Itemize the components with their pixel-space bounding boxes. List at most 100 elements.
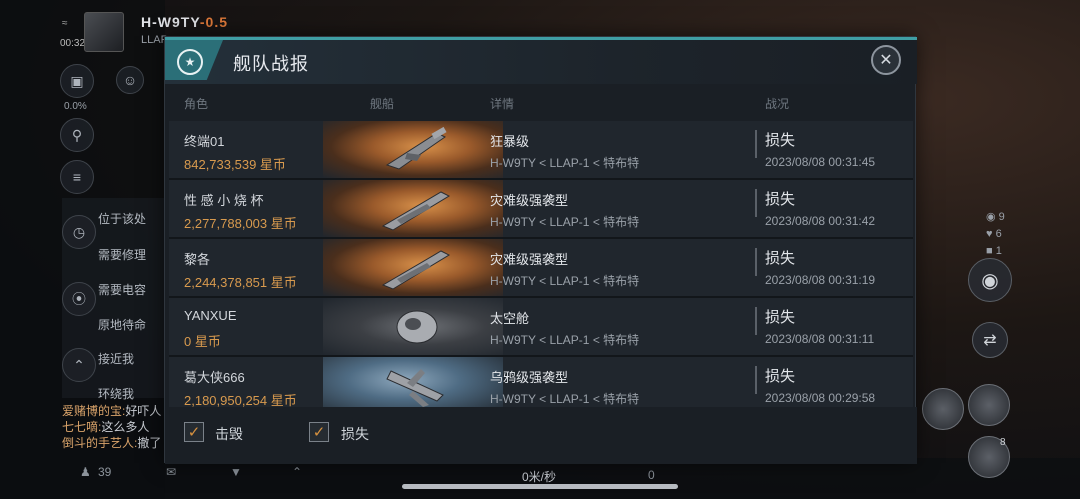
- divider: [755, 248, 757, 276]
- chevron-up-icon[interactable]: ⌃: [292, 465, 302, 479]
- cmd-orbit-me[interactable]: 环绕我: [98, 385, 134, 402]
- checkmark-icon: ✓: [312, 424, 326, 441]
- col-ship: 舰船: [370, 97, 395, 111]
- loss-value: 2,180,950,254 星币: [184, 393, 297, 407]
- cargo-icon[interactable]: ▣: [60, 64, 94, 98]
- stat-hull: ■ 1: [986, 245, 1002, 257]
- lost-checkbox[interactable]: ✓: [309, 422, 329, 442]
- cmd-need-repair[interactable]: 需要修理: [98, 246, 146, 263]
- cargo-percent: 0.0%: [64, 101, 87, 112]
- lost-label[interactable]: 损失: [341, 424, 369, 444]
- ship-icon: [381, 191, 451, 231]
- system-name: H-W9TY-0.5: [141, 14, 229, 30]
- ship-type: 乌鸦级强袭型: [490, 370, 569, 385]
- filter-bar: ✓ 击毁 ✓ 损失: [165, 407, 917, 464]
- report-row[interactable]: 黎各 2,244,378,851 星币 灾难级强袭型 H-W9TY < LLAP…: [169, 239, 913, 296]
- pilot-name: 葛大侠666: [184, 370, 245, 385]
- swap-icon[interactable]: ⇄: [972, 322, 1008, 358]
- module-slot[interactable]: [968, 384, 1010, 426]
- chat-line: 七七嘀:这么多人: [62, 420, 150, 434]
- ship-image: [323, 180, 503, 237]
- location: H-W9TY < LLAP-1 < 特布特: [490, 333, 640, 347]
- avatar[interactable]: [84, 12, 124, 52]
- person-icon[interactable]: ♟: [80, 465, 91, 479]
- result: 损失: [765, 368, 796, 385]
- clock-icon[interactable]: ◷: [62, 215, 96, 249]
- wifi-icon: ≈: [62, 18, 68, 29]
- report-row[interactable]: 终端01 842,733,539 星币 狂暴级 H-W9TY < LLAP-1 …: [169, 121, 913, 178]
- cmd-hold[interactable]: 原地待命: [98, 316, 146, 333]
- ship-icon: [381, 250, 451, 290]
- chat-line: 爱赌博的宝:好吓人: [62, 404, 162, 418]
- location: H-W9TY < LLAP-1 < 特布特: [490, 215, 640, 229]
- result: 损失: [765, 132, 796, 149]
- close-icon: ✕: [879, 52, 893, 69]
- timestamp: 2023/08/08 00:29:58: [765, 391, 876, 405]
- timestamp: 2023/08/08 00:31:19: [765, 273, 876, 287]
- face-icon[interactable]: ☺: [116, 66, 144, 94]
- ship-image: [323, 239, 503, 296]
- clock: 00:32: [60, 38, 86, 49]
- filter-icon[interactable]: ▼: [230, 465, 242, 479]
- layers-icon[interactable]: ≡: [60, 160, 94, 194]
- ship-image: [323, 357, 503, 407]
- eye-icon[interactable]: ◉: [968, 258, 1012, 302]
- checkmark-icon: ✓: [187, 424, 201, 441]
- col-details: 详情: [490, 97, 515, 111]
- signal-icon[interactable]: ⦿: [62, 282, 96, 316]
- result: 损失: [765, 309, 796, 326]
- ship-image: [323, 121, 503, 178]
- destroyed-checkbox[interactable]: ✓: [184, 422, 204, 442]
- ship-icon: [385, 126, 447, 170]
- dialog-title: 舰队战报: [233, 54, 309, 74]
- fleet-report-dialog: ★ 舰队战报 ✕ 角色 舰船 详情 战况 终端01 842,733,539 星币…: [164, 36, 917, 464]
- module-count: 8: [1000, 437, 1006, 448]
- report-row[interactable]: 性 感 小 烧 杯 2,277,788,003 星币 灾难级强袭型 H-W9TY…: [169, 180, 913, 237]
- location: H-W9TY < LLAP-1 < 特布特: [490, 156, 640, 170]
- ship-image: [323, 298, 503, 355]
- timestamp: 2023/08/08 00:31:42: [765, 214, 876, 228]
- timestamp: 2023/08/08 00:31:11: [765, 332, 875, 346]
- module-slot[interactable]: [922, 388, 964, 430]
- divider: [755, 307, 757, 335]
- speed-readout: 0米/秒: [522, 470, 557, 484]
- ship-type: 灾难级强袭型: [490, 193, 569, 208]
- loss-value: 2,244,378,851 星币: [184, 275, 297, 290]
- divider: [755, 366, 757, 394]
- ship-type: 灾难级强袭型: [490, 252, 569, 267]
- member-count: 39: [98, 465, 112, 479]
- location: H-W9TY < LLAP-1 < 特布特: [490, 274, 640, 288]
- col-status: 战况: [765, 97, 790, 111]
- star-icon: ★: [177, 49, 203, 75]
- mail-icon[interactable]: ✉: [166, 465, 176, 479]
- loss-value: 2,277,788,003 星币: [184, 216, 297, 231]
- chat-line: 倒斗的手艺人:撤了: [62, 436, 162, 450]
- location: H-W9TY < LLAP-1 < 特布特: [490, 392, 640, 406]
- location-pin-icon[interactable]: ⚲: [60, 118, 94, 152]
- divider: [755, 189, 757, 217]
- speed-value: 0: [648, 468, 655, 482]
- destroyed-label[interactable]: 击毁: [215, 424, 243, 444]
- report-row[interactable]: YANXUE 0 星币 太空舱 H-W9TY < LLAP-1 < 特布特 损失…: [169, 298, 913, 355]
- timestamp: 2023/08/08 00:31:45: [765, 155, 876, 169]
- stat-armor: ♥ 6: [986, 228, 1002, 240]
- ship-icon: [386, 369, 444, 407]
- pilot-name: 终端01: [184, 134, 225, 149]
- loss-value: 842,733,539 星币: [184, 157, 286, 172]
- cmd-need-capacitor[interactable]: 需要电容: [98, 281, 146, 298]
- col-pilot: 角色: [184, 97, 209, 111]
- close-button[interactable]: ✕: [871, 45, 901, 75]
- result: 损失: [765, 191, 796, 208]
- ship-type: 狂暴级: [490, 134, 530, 149]
- stat-shield: ◉ 9: [986, 211, 1005, 223]
- home-indicator[interactable]: [402, 484, 678, 489]
- pilot-name: YANXUE: [184, 308, 237, 323]
- pilot-name: 性 感 小 烧 杯: [184, 193, 264, 208]
- report-row[interactable]: 葛大侠666 2,180,950,254 星币 乌鸦级强袭型 H-W9TY < …: [169, 357, 913, 407]
- loss-value: 0 星币: [184, 334, 221, 349]
- cmd-at-location[interactable]: 位于该处: [98, 210, 146, 227]
- cmd-approach-me[interactable]: 接近我: [98, 350, 134, 367]
- pilot-name: 黎各: [184, 252, 211, 267]
- divider: [755, 130, 757, 158]
- chevron-up-icon[interactable]: ⌃: [62, 348, 96, 382]
